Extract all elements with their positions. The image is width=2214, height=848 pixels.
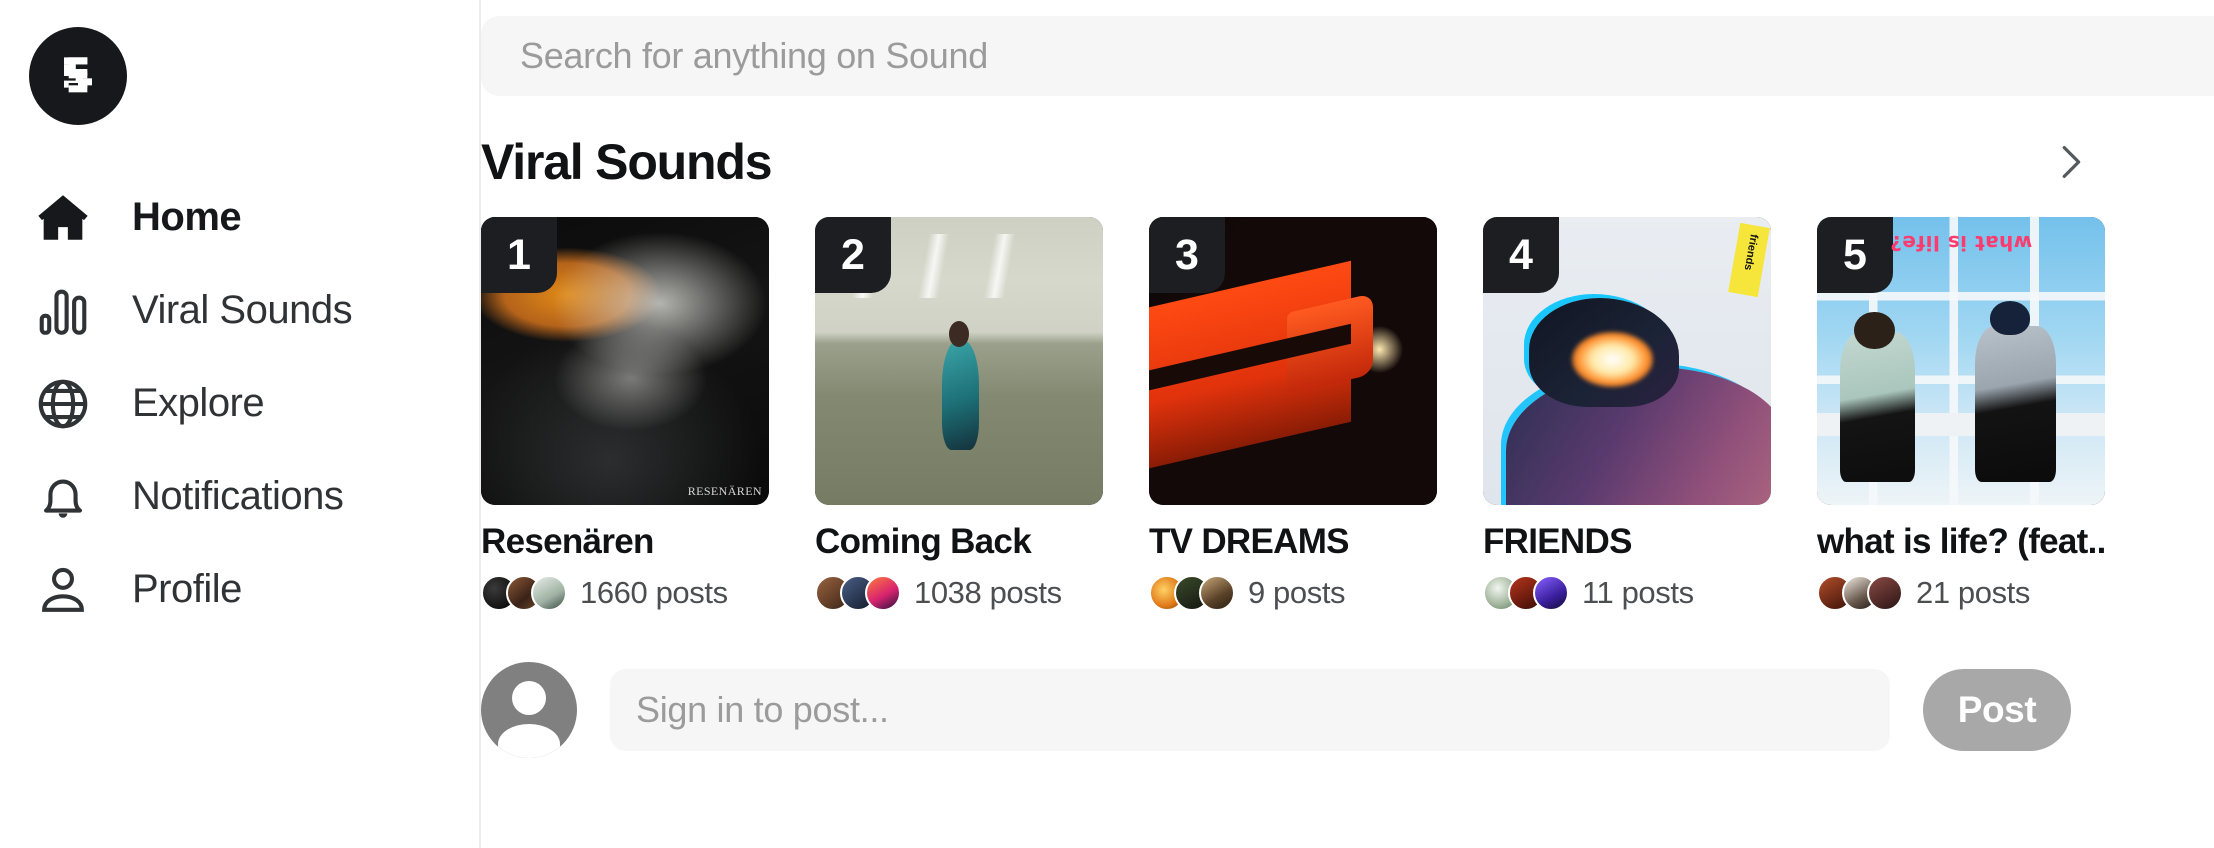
logo-container: [0, 0, 479, 125]
artwork-figure-right-head: [1989, 300, 2031, 336]
artwork-flare: [1572, 332, 1653, 387]
sound-title: what is life? (feat....: [1817, 522, 2105, 561]
avatar-stack: [1817, 575, 1903, 611]
sidebar-item-label: Notifications: [132, 474, 344, 518]
sidebar: Home Viral Sounds Explore Notifications …: [0, 0, 481, 848]
artwork-caption: what is life?: [1889, 231, 2033, 256]
artwork-figure-left: [1840, 332, 1915, 482]
sound-artwork[interactable]: friends 4: [1483, 217, 1771, 505]
app-logo[interactable]: [29, 27, 127, 125]
avatar: [1199, 575, 1235, 611]
artwork-subject: [941, 340, 980, 451]
sound-card[interactable]: what is life? 5 what is life? (feat.... …: [1817, 217, 2105, 611]
sound-meta: 1038 posts: [815, 575, 1103, 611]
sidebar-item-profile[interactable]: Profile: [0, 543, 479, 636]
rank-badge: 5: [1817, 217, 1893, 293]
sound-artwork[interactable]: 3: [1149, 217, 1437, 505]
rank-badge: 1: [481, 217, 557, 293]
post-count: 11 posts: [1582, 575, 1694, 610]
viral-sounds-card-list: RESENÄREN 1 Resenären 1660 posts 2 Comin…: [481, 217, 2181, 611]
avatar-stack: [1149, 575, 1235, 611]
home-icon: [30, 185, 96, 251]
sound-artwork[interactable]: what is life? 5: [1817, 217, 2105, 505]
person-icon: [30, 557, 96, 623]
avatar: [1533, 575, 1569, 611]
search-placeholder: Search for anything on Sound: [520, 35, 988, 76]
sidebar-item-notifications[interactable]: Notifications: [0, 450, 479, 543]
sound-card[interactable]: RESENÄREN 1 Resenären 1660 posts: [481, 217, 769, 611]
globe-icon: [30, 371, 96, 437]
post-composer: Sign in to post... Post: [481, 662, 2071, 758]
app-root: Home Viral Sounds Explore Notifications …: [0, 0, 2214, 848]
viral-sounds-section-header: Viral Sounds: [481, 133, 2135, 191]
post-button[interactable]: Post: [1923, 669, 2071, 751]
sidebar-item-explore[interactable]: Explore: [0, 357, 479, 450]
sound-meta: 9 posts: [1149, 575, 1437, 611]
artwork-sticker-label: friends: [1741, 233, 1760, 272]
post-count: 21 posts: [1916, 575, 2030, 610]
post-count: 1038 posts: [914, 575, 1062, 610]
sound-title: TV DREAMS: [1149, 522, 1350, 561]
sound-artwork[interactable]: 2: [815, 217, 1103, 505]
avatar-body: [498, 724, 560, 758]
sidebar-item-viral-sounds[interactable]: Viral Sounds: [0, 264, 479, 357]
post-input[interactable]: Sign in to post...: [610, 669, 1890, 751]
main-content: Search for anything on Sound Viral Sound…: [481, 0, 2214, 848]
search-row: Search for anything on Sound: [481, 0, 2214, 96]
page-title: Viral Sounds: [481, 134, 773, 190]
sound-artwork[interactable]: RESENÄREN 1: [481, 217, 769, 505]
avatar-stack: [1483, 575, 1569, 611]
avatar: [531, 575, 567, 611]
person-avatar-icon[interactable]: [481, 662, 577, 758]
sound-meta: 11 posts: [1483, 575, 1771, 611]
avatar-stack: [481, 575, 567, 611]
sound-meta: 21 posts: [1817, 575, 2105, 611]
rank-badge: 4: [1483, 217, 1559, 293]
artwork-figure-right: [1975, 326, 2057, 482]
sound-card[interactable]: 2 Coming Back 1038 posts: [815, 217, 1103, 611]
artwork-caption: RESENÄREN: [687, 484, 762, 498]
search-input[interactable]: Search for anything on Sound: [481, 16, 2214, 96]
sidebar-item-label: Home: [132, 195, 242, 239]
sound-title: Resenären: [481, 522, 654, 561]
sidebar-nav: Home Viral Sounds Explore Notifications …: [0, 171, 479, 636]
post-count: 1660 posts: [580, 575, 728, 610]
bell-icon: [30, 464, 96, 530]
sound-meta: 1660 posts: [481, 575, 769, 611]
bar-chart-icon: [30, 278, 96, 344]
sidebar-item-label: Explore: [132, 381, 265, 425]
sound-title: Coming Back: [815, 522, 1032, 561]
sidebar-item-label: Viral Sounds: [132, 288, 353, 332]
rank-badge: 2: [815, 217, 891, 293]
avatar-stack: [815, 575, 901, 611]
logo-s-glyph: [64, 57, 92, 93]
sidebar-item-home[interactable]: Home: [0, 171, 479, 264]
rank-badge: 3: [1149, 217, 1225, 293]
post-placeholder: Sign in to post...: [636, 689, 889, 730]
sound-card[interactable]: friends 4 FRIENDS 11 posts: [1483, 217, 1771, 611]
chevron-right-icon[interactable]: [2043, 135, 2097, 189]
sound-title: FRIENDS: [1483, 522, 1632, 561]
post-count: 9 posts: [1248, 575, 1346, 610]
sidebar-item-label: Profile: [132, 567, 242, 611]
avatar-head: [512, 681, 546, 715]
avatar: [1867, 575, 1903, 611]
sound-card[interactable]: 3 TV DREAMS 9 posts: [1149, 217, 1437, 611]
avatar: [865, 575, 901, 611]
artwork-subject-head: [948, 320, 970, 347]
artwork-figure-left-head: [1854, 312, 1895, 350]
